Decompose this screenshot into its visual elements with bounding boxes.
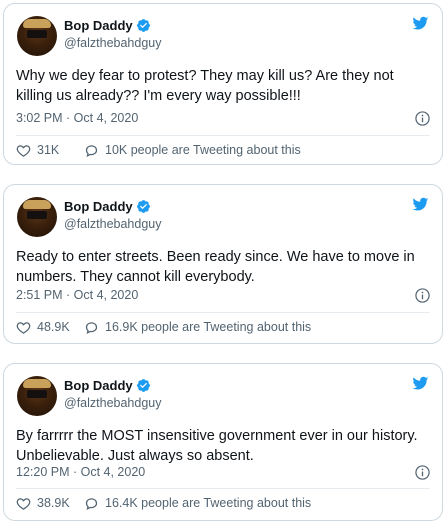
tweet-text: By farrrrr the MOST insensitive governme… [16, 428, 418, 464]
tweet-text: Ready to enter streets. Been ready since… [16, 249, 415, 285]
tweet-actions: 38.9K 16.4K people are Tweeting about th… [16, 494, 430, 512]
divider [16, 312, 430, 313]
speech-bubble-icon [85, 321, 98, 334]
verified-badge-icon [136, 378, 151, 393]
twitter-bird-icon[interactable] [411, 196, 430, 212]
author-name-row: Bop Daddy [64, 18, 151, 33]
people-tweeting-text: 16.9K people are Tweeting about this [105, 320, 312, 334]
like-button[interactable]: 48.9K [16, 320, 76, 335]
like-button[interactable]: 31K [16, 143, 76, 158]
speech-bubble-icon [85, 144, 98, 157]
info-icon[interactable] [415, 111, 430, 126]
like-count: 38.9K [37, 496, 70, 510]
tweet-card[interactable]: Bop Daddy @falzthebahdguy Why we dey fea… [3, 3, 443, 165]
people-tweeting-link[interactable]: 10K people are Tweeting about this [84, 143, 301, 158]
avatar[interactable] [17, 16, 57, 56]
tweet-card[interactable]: Bop Daddy @falzthebahdguy Ready to enter… [3, 184, 443, 344]
people-tweeting-link[interactable]: 16.9K people are Tweeting about this [84, 320, 311, 335]
twitter-bird-icon[interactable] [411, 15, 430, 31]
author-name-row: Bop Daddy [64, 199, 151, 214]
divider [16, 488, 430, 489]
tweet-text: Why we dey fear to protest? They may kil… [16, 68, 394, 104]
like-count: 48.9K [37, 320, 70, 334]
info-icon[interactable] [415, 465, 430, 480]
avatar[interactable] [17, 197, 57, 237]
author-name[interactable]: Bop Daddy [64, 18, 133, 33]
author-name[interactable]: Bop Daddy [64, 378, 133, 393]
tweet-timestamp[interactable]: 12:20 PM · Oct 4, 2020 [16, 465, 145, 479]
tweet-actions: 31K 10K people are Tweeting about this [16, 141, 430, 159]
people-tweeting-text: 16.4K people are Tweeting about this [105, 496, 312, 510]
twitter-bird-icon[interactable] [411, 375, 430, 391]
like-button[interactable]: 38.9K [16, 496, 76, 511]
divider [16, 135, 430, 136]
tweet-header: Bop Daddy @falzthebahdguy [16, 15, 430, 59]
heart-icon [16, 497, 31, 510]
author-handle[interactable]: @falzthebahdguy [64, 217, 161, 231]
like-count: 31K [37, 143, 60, 157]
avatar[interactable] [17, 376, 57, 416]
author-handle[interactable]: @falzthebahdguy [64, 36, 161, 50]
tweet-actions: 48.9K 16.9K people are Tweeting about th… [16, 318, 430, 336]
verified-badge-icon [136, 18, 151, 33]
heart-icon [16, 144, 31, 157]
tweet-header: Bop Daddy @falzthebahdguy [16, 196, 430, 240]
people-tweeting-link[interactable]: 16.4K people are Tweeting about this [84, 496, 311, 511]
people-tweeting-text: 10K people are Tweeting about this [105, 143, 301, 157]
speech-bubble-icon [85, 497, 98, 510]
tweet-header: Bop Daddy @falzthebahdguy [16, 375, 430, 419]
author-name[interactable]: Bop Daddy [64, 199, 133, 214]
tweet-card[interactable]: Bop Daddy @falzthebahdguy By farrrrr the… [3, 363, 443, 521]
author-name-row: Bop Daddy [64, 378, 151, 393]
tweet-timestamp[interactable]: 2:51 PM · Oct 4, 2020 [16, 288, 138, 302]
info-icon[interactable] [415, 288, 430, 303]
tweet-timestamp[interactable]: 3:02 PM · Oct 4, 2020 [16, 111, 138, 125]
author-handle[interactable]: @falzthebahdguy [64, 396, 161, 410]
verified-badge-icon [136, 199, 151, 214]
heart-icon [16, 321, 31, 334]
